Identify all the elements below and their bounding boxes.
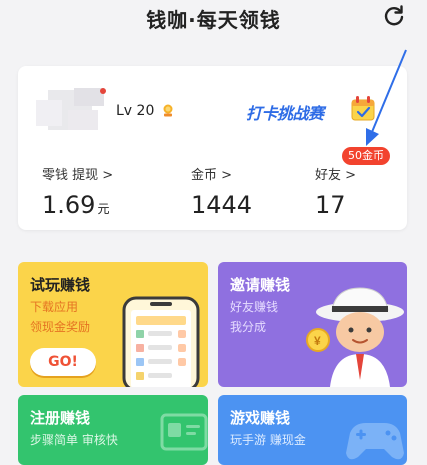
svg-text:¥: ¥: [314, 334, 321, 348]
try-play-tile[interactable]: 试玩赚钱 下载应用 领现金奖励 GO!: [18, 262, 208, 387]
invite-title: 邀请赚钱: [230, 276, 291, 294]
change-balance[interactable]: 零钱 提现 > 1.69 元: [42, 164, 113, 219]
try-play-title: 试玩赚钱: [30, 276, 91, 294]
calendar-icon: [351, 96, 375, 121]
friends-reward-badge: 50金币: [342, 147, 390, 165]
register-line1: 步骤简单 审核快: [30, 433, 118, 447]
change-value: 1.69: [42, 191, 96, 219]
mascot-icon: ¥: [306, 287, 404, 387]
game-line1: 玩手游 赚现金: [230, 433, 306, 447]
game-title: 游戏赚钱: [230, 409, 291, 427]
invite-line1: 好友赚钱: [230, 300, 279, 314]
coins-value: 1444: [191, 191, 253, 219]
medal-icon: [163, 104, 173, 117]
user-level: Lv 20: [116, 103, 155, 119]
friends-label[interactable]: 好友 >: [315, 164, 356, 183]
register-title: 注册赚钱: [30, 409, 91, 427]
game-tile[interactable]: 游戏赚钱 玩手游 赚现金: [218, 395, 407, 465]
try-play-line1: 下载应用: [30, 300, 79, 314]
top-bar: 钱咖·每天领钱: [0, 0, 427, 42]
checkin-challenge-label: 打卡挑战赛: [246, 104, 324, 123]
friends-value: 17: [315, 191, 346, 219]
go-button[interactable]: GO!: [30, 348, 96, 376]
checkin-challenge-banner[interactable]: 打卡挑战赛: [246, 94, 376, 128]
phone-icon: [122, 296, 200, 387]
change-withdraw-label[interactable]: 零钱 提现 >: [42, 164, 113, 183]
coins-label[interactable]: 金币 >: [191, 164, 252, 183]
refresh-icon[interactable]: [381, 3, 407, 29]
try-play-line2: 领现金奖励: [30, 320, 91, 334]
change-unit: 元: [97, 202, 110, 216]
id-card-icon: [160, 413, 208, 451]
avatar[interactable]: [34, 88, 108, 132]
register-tile[interactable]: 注册赚钱 步骤简单 审核快: [18, 395, 208, 465]
invite-line2: 我分成: [230, 320, 267, 334]
invite-tile[interactable]: 邀请赚钱 好友赚钱 我分成 ¥: [218, 262, 407, 387]
coins-balance[interactable]: 金币 > 1444: [191, 164, 252, 219]
page-title: 钱咖·每天领钱: [146, 8, 281, 32]
gamepad-icon: [346, 423, 404, 460]
friends-count[interactable]: 好友 > 17: [315, 164, 356, 219]
